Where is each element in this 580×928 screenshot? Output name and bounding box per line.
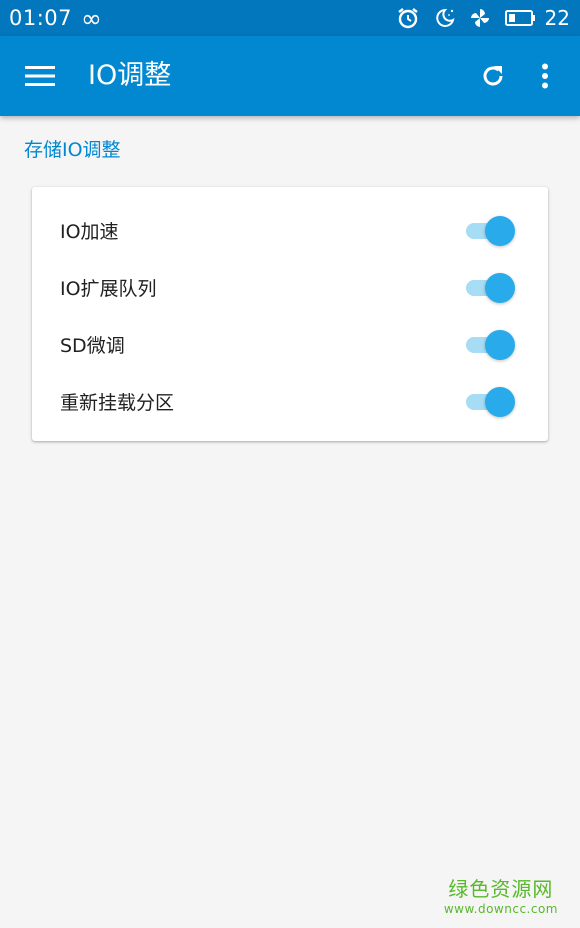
refresh-button[interactable] bbox=[477, 60, 509, 92]
watermark: 绿色资源网 www.downcc.com bbox=[444, 876, 558, 916]
setting-label: SD微调 bbox=[60, 335, 125, 357]
app-bar: IO调整 bbox=[0, 36, 580, 116]
page-title: IO调整 bbox=[88, 60, 172, 91]
battery-level: 22 bbox=[544, 6, 570, 30]
more-options-button[interactable] bbox=[531, 60, 559, 92]
section-header: 存储IO调整 bbox=[24, 139, 121, 161]
setting-row-remount-partition[interactable]: 重新挂载分区 bbox=[32, 373, 548, 430]
io-extended-queue-switch[interactable] bbox=[466, 272, 516, 303]
setting-label: IO扩展队列 bbox=[60, 278, 157, 300]
menu-button[interactable] bbox=[23, 61, 57, 91]
status-right: 22 bbox=[384, 6, 570, 30]
moon-icon bbox=[432, 6, 456, 30]
switch-thumb bbox=[485, 272, 515, 303]
menu-icon bbox=[25, 66, 55, 86]
setting-label: IO加速 bbox=[60, 221, 119, 243]
setting-row-io-extended-queue[interactable]: IO扩展队列 bbox=[32, 259, 548, 316]
battery-icon bbox=[504, 8, 536, 28]
setting-row-sd-tuning[interactable]: SD微调 bbox=[32, 316, 548, 373]
more-vert-icon bbox=[542, 63, 548, 89]
alarm-icon bbox=[396, 6, 420, 30]
switch-thumb bbox=[485, 386, 515, 417]
infinity-icon: ∞ bbox=[81, 3, 102, 33]
setting-label: 重新挂载分区 bbox=[60, 392, 175, 414]
status-time: 01:07 bbox=[9, 6, 73, 30]
pinwheel-icon bbox=[468, 6, 492, 30]
setting-row-io-acceleration[interactable]: IO加速 bbox=[32, 202, 548, 259]
watermark-url: www.downcc.com bbox=[443, 902, 558, 916]
switch-thumb bbox=[485, 329, 515, 360]
watermark-title: 绿色资源网 bbox=[448, 877, 554, 901]
sd-tuning-switch[interactable] bbox=[466, 329, 516, 360]
switch-thumb bbox=[485, 215, 515, 246]
status-bar: 01:07 ∞ 22 bbox=[0, 0, 580, 36]
io-acceleration-switch[interactable] bbox=[466, 215, 516, 246]
status-left: 01:07 ∞ bbox=[9, 6, 102, 31]
remount-partition-switch[interactable] bbox=[466, 386, 516, 417]
refresh-icon bbox=[483, 66, 503, 86]
settings-card: IO加速 IO扩展队列 SD微调 重新挂载分区 bbox=[32, 187, 548, 441]
